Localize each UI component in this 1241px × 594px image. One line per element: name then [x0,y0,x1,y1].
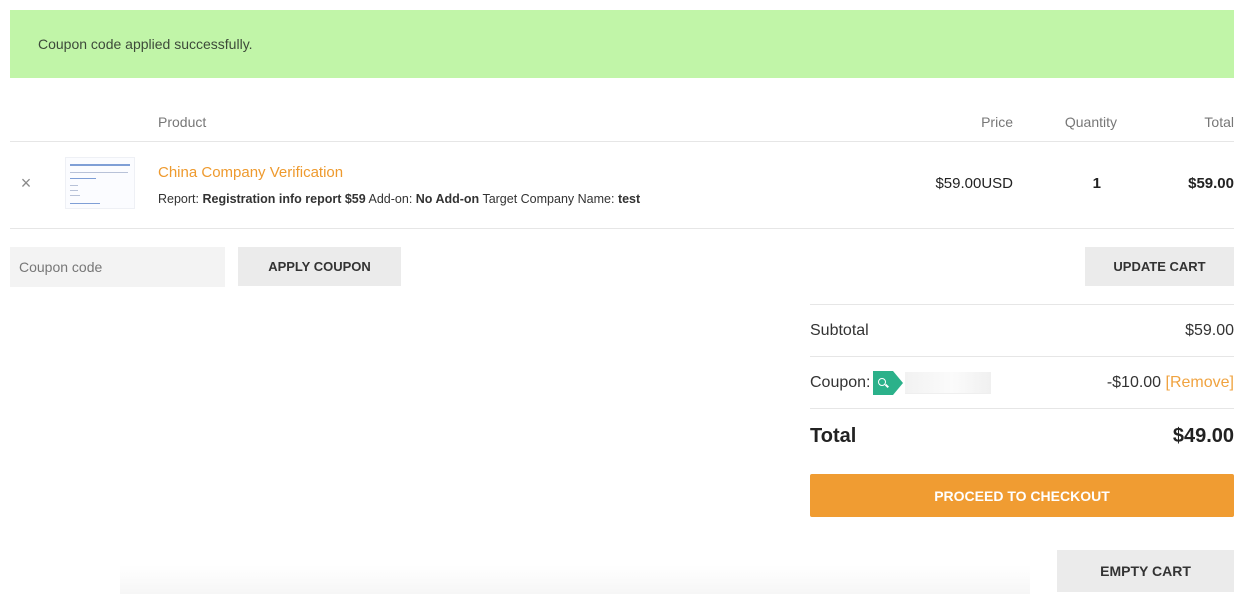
subtotal-label: Subtotal [810,321,869,339]
remove-item-icon[interactable]: × [17,172,35,194]
subtotal-value: $59.00 [1185,321,1234,339]
header-price: Price [981,114,1013,130]
total-row: Total $49.00 [810,408,1234,464]
subtotal-row: Subtotal $59.00 [810,304,1234,356]
cart-table-header: Product Price Quantity Total [10,100,1234,142]
search-icon[interactable] [872,370,903,395]
cart-page: Coupon code applied successfully. Produc… [0,0,1241,594]
remove-coupon-link[interactable]: [Remove] [1166,374,1234,391]
coupon-code-input[interactable] [10,247,225,287]
item-price: $59.00USD [935,175,1013,192]
product-link[interactable]: China Company Verification [158,164,343,181]
apply-coupon-button[interactable]: APPLY COUPON [238,247,401,286]
empty-cart-button[interactable]: EMPTY CART [1057,550,1234,592]
success-notice: Coupon code applied successfully. [10,10,1234,78]
table-row: × China Company Verification Report: Reg… [10,142,1234,229]
coupon-amount: -$10.00 [1106,373,1162,391]
coupon-label: Coupon: [810,373,871,391]
proceed-to-checkout-button[interactable]: PROCEED TO CHECKOUT [810,474,1234,517]
product-meta: Report: Registration info report $59 Add… [158,192,641,206]
product-thumbnail[interactable] [65,157,135,209]
cart-totals: Subtotal $59.00 Coupon: -$10.00 [Remove]… [810,304,1234,464]
header-total: Total [1204,114,1234,130]
item-quantity[interactable]: 1 [1093,175,1101,192]
total-label: Total [810,425,857,447]
cart-table: Product Price Quantity Total × China Com… [10,100,1234,229]
item-total: $59.00 [1188,175,1234,192]
header-quantity: Quantity [1064,114,1117,130]
total-value: $49.00 [1172,425,1234,447]
bottom-shadow [120,565,1030,594]
notice-message: Coupon code applied successfully. [38,36,253,52]
coupon-code-redacted [904,371,991,394]
coupon-row: Coupon: -$10.00 [Remove] [810,356,1234,408]
update-cart-button[interactable]: UPDATE CART [1085,247,1234,286]
header-product: Product [158,114,207,130]
